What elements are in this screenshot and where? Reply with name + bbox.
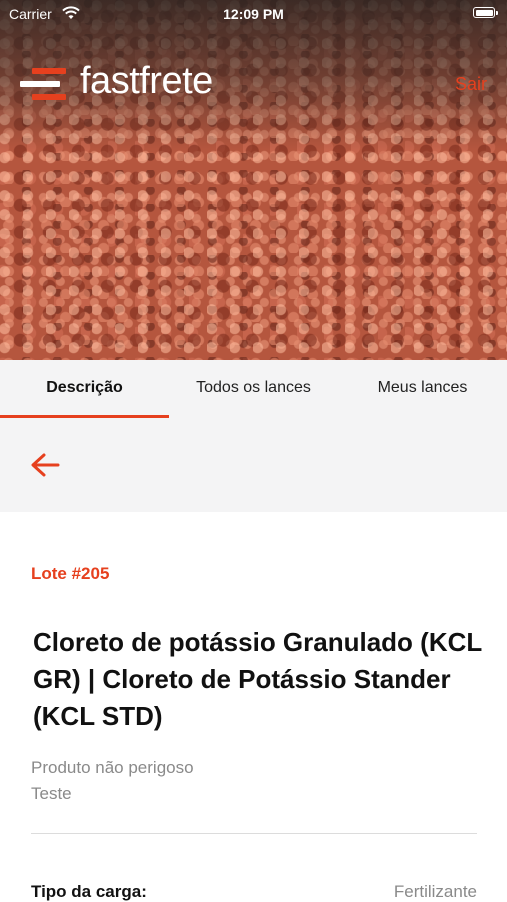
status-bar: Carrier 12:09 PM bbox=[0, 0, 507, 28]
status-time: 12:09 PM bbox=[223, 6, 284, 22]
tab-all-bids[interactable]: Todos os lances bbox=[169, 360, 338, 418]
lot-number: Lote #205 bbox=[31, 564, 110, 583]
logo-mark-icon bbox=[20, 68, 66, 100]
arrow-left-icon[interactable] bbox=[30, 452, 60, 478]
tab-my-bids[interactable]: Meus lances bbox=[338, 360, 507, 418]
back-bar bbox=[0, 418, 507, 512]
lot-details: Lote #205 Cloreto de potássio Granulado … bbox=[0, 512, 507, 901]
tab-bar: Descrição Todos os lances Meus lances bbox=[0, 360, 507, 418]
cargo-type-value: Fertilizante bbox=[393, 882, 477, 901]
tab-description[interactable]: Descrição bbox=[0, 360, 169, 418]
logout-button[interactable]: Sair bbox=[455, 74, 487, 95]
divider bbox=[31, 833, 477, 834]
lot-note: Teste bbox=[31, 784, 72, 803]
cargo-type-label: Tipo da carga: bbox=[31, 882, 147, 901]
hazard-label: Produto não perigoso bbox=[31, 758, 194, 777]
hero-image bbox=[0, 0, 507, 360]
lot-title: Cloreto de potássio Granulado (KCL GR) |… bbox=[33, 627, 482, 731]
logo-text: fastfrete bbox=[80, 60, 213, 102]
battery-icon bbox=[473, 7, 498, 18]
